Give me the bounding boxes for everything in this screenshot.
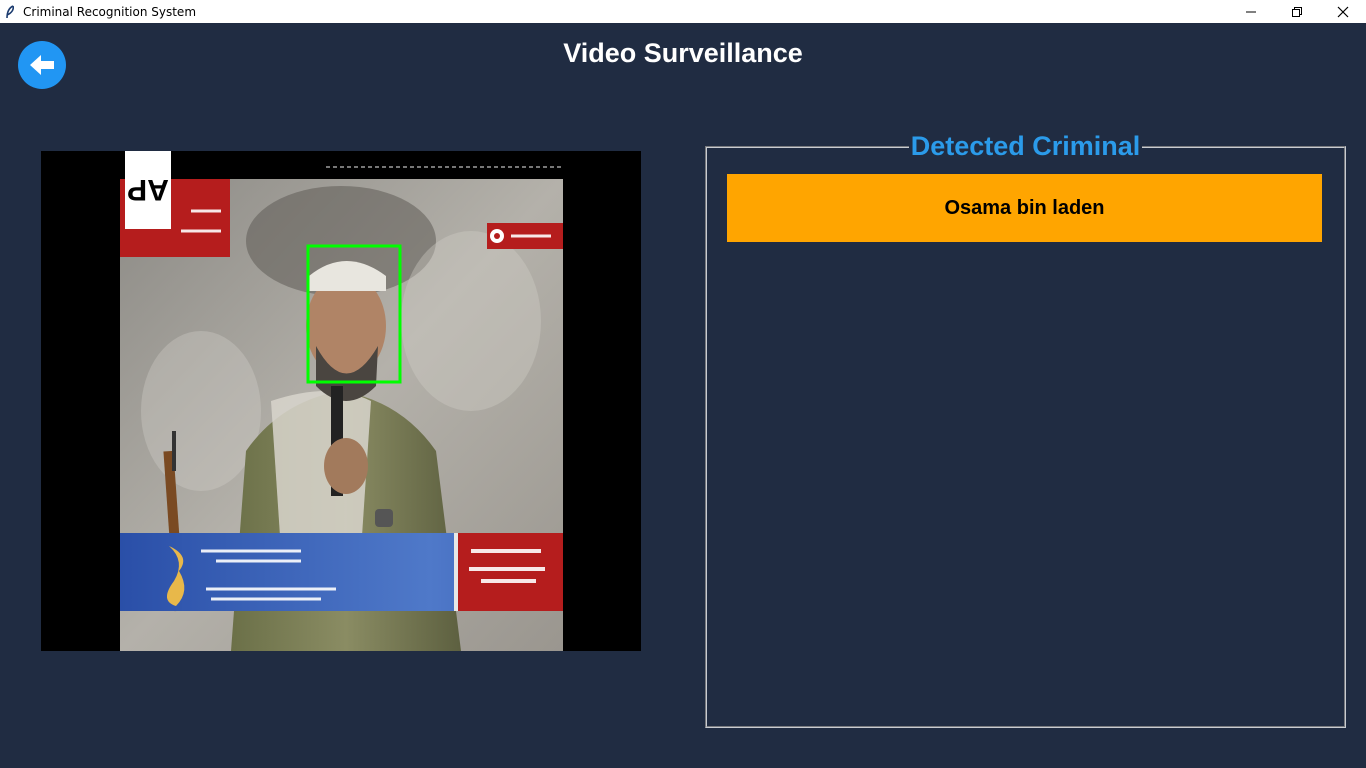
minimize-icon <box>1246 11 1256 12</box>
svg-text:AP: AP <box>127 173 169 206</box>
restore-icon <box>1292 6 1302 17</box>
app-window: Criminal Recognition System Video Survei… <box>0 0 1366 768</box>
window-controls <box>1228 0 1366 23</box>
video-frame-image: AP <box>120 151 563 651</box>
minimize-button[interactable] <box>1228 0 1274 23</box>
maximize-button[interactable] <box>1274 0 1320 23</box>
close-icon <box>1337 6 1349 17</box>
panel-title: Detected Criminal <box>707 131 1344 161</box>
page-title: Video Surveillance <box>563 38 803 68</box>
feather-icon <box>5 4 15 19</box>
criminal-card[interactable]: Osama bin laden <box>727 174 1322 242</box>
panel-title-text: Detected Criminal <box>908 131 1143 161</box>
close-button[interactable] <box>1320 0 1366 23</box>
detected-criminal-panel: Detected Criminal Osama bin laden <box>705 131 1346 728</box>
window-title: Criminal Recognition System <box>23 4 197 19</box>
title-bar: Criminal Recognition System <box>0 0 1366 23</box>
video-feed: AP <box>41 151 641 651</box>
